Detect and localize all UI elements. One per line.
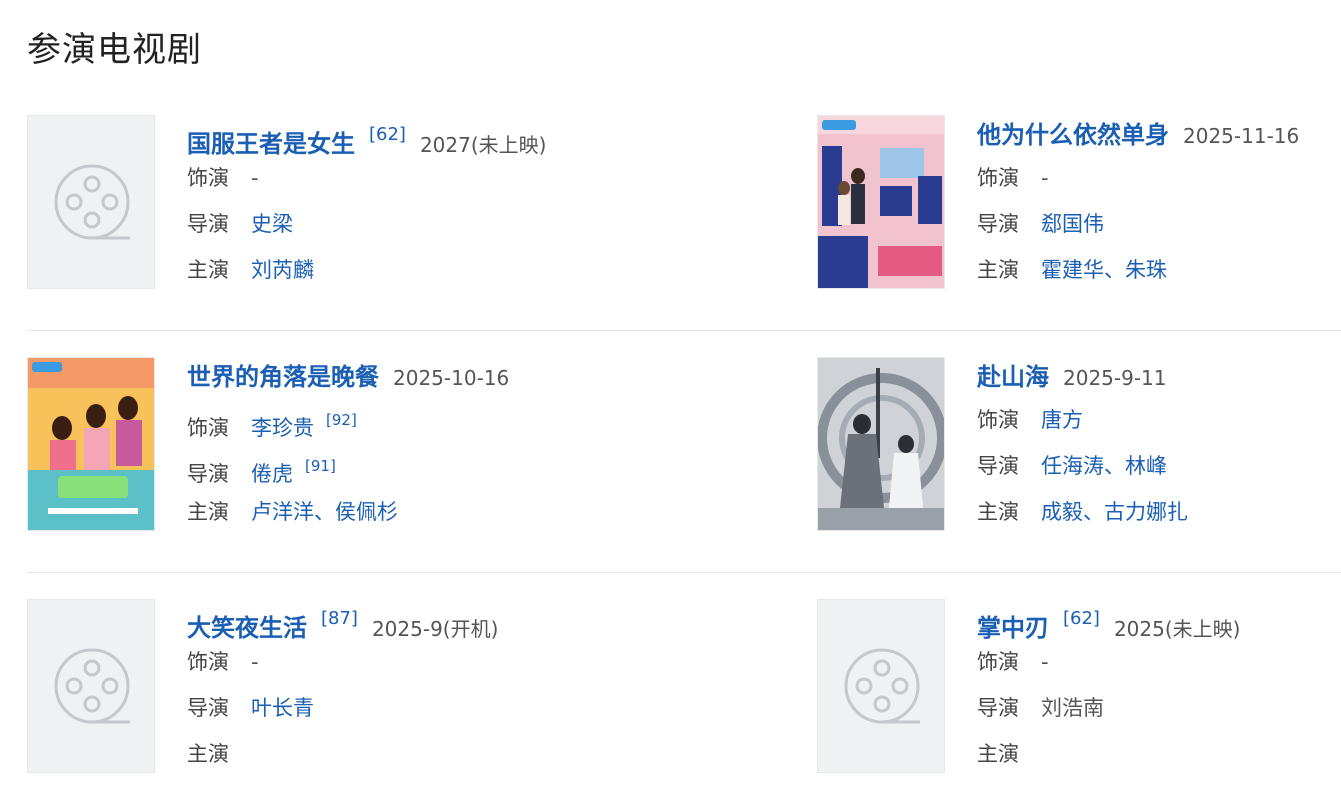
cast-label: 主演 — [977, 742, 1019, 766]
role-label: 饰演 — [187, 416, 229, 440]
poster-art — [818, 116, 944, 288]
poster-placeholder[interactable] — [27, 599, 155, 773]
film-reel-icon — [54, 648, 130, 724]
divider — [27, 330, 1341, 331]
role-label: 饰演 — [977, 650, 1019, 674]
cast-label: 主演 — [187, 258, 229, 282]
cast-label: 主演 — [187, 500, 229, 524]
role-value: - — [1041, 166, 1049, 190]
drama-card: 国服王者是女生 [62] 2027(未上映) 饰演 - 导演 史梁 主演 刘芮麟 — [27, 115, 547, 315]
director-link[interactable]: 叶长青 — [251, 696, 314, 720]
director-reference[interactable]: [91] — [305, 457, 336, 475]
role-reference[interactable]: [92] — [326, 411, 357, 429]
score-badge[interactable]: [62] — [369, 124, 406, 145]
release-date: 2025(未上映) — [1113, 617, 1241, 641]
drama-title[interactable]: 世界的角落是晚餐 — [187, 363, 379, 391]
director-link[interactable]: 郄国伟 — [1041, 212, 1104, 236]
drama-title[interactable]: 赴山海 — [977, 363, 1049, 391]
role-link[interactable]: 李珍贵 — [251, 416, 314, 440]
poster-image[interactable] — [817, 357, 945, 531]
poster-image[interactable] — [817, 115, 945, 289]
drama-card: 世界的角落是晚餐 2025-10-16 饰演 李珍贵 [92] 导演 倦虎 [91] 主演… — [27, 357, 547, 557]
role-value: - — [1041, 650, 1049, 674]
drama-card: 赴山海 2025-9-11 饰演 唐方 导演 任海涛、林峰 主演 成毅、古力娜扎 — [817, 357, 1337, 557]
drama-card: 大笑夜生活 [87] 2025-9(开机) 饰演 - 导演 叶长青 主演 — [27, 599, 547, 799]
release-date: 2025-11-16 — [1183, 124, 1300, 148]
film-reel-icon — [54, 164, 130, 240]
role-label: 饰演 — [187, 650, 229, 674]
release-date: 2025-9(开机) — [371, 617, 499, 641]
role-link[interactable]: 唐方 — [1041, 408, 1083, 432]
drama-title[interactable]: 国服王者是女生 — [187, 130, 355, 158]
section-title: 参演电视剧 — [27, 30, 202, 70]
cast-label: 主演 — [977, 500, 1019, 524]
director-link[interactable]: 倦虎 — [251, 462, 293, 486]
poster-placeholder[interactable] — [27, 115, 155, 289]
director-link[interactable]: 史梁 — [251, 212, 293, 236]
director-value: 刘浩南 — [1041, 696, 1104, 720]
drama-title[interactable]: 他为什么依然单身 — [977, 121, 1169, 149]
role-value: - — [251, 650, 259, 674]
poster-art — [818, 358, 944, 530]
score-badge[interactable]: [87] — [321, 608, 358, 629]
release-date: 2025-9-11 — [1063, 366, 1167, 390]
poster-image[interactable] — [27, 357, 155, 531]
director-label: 导演 — [187, 696, 229, 720]
drama-title[interactable]: 掌中刃 — [977, 614, 1049, 642]
divider — [27, 572, 1341, 573]
cast-link[interactable]: 霍建华、朱珠 — [1041, 258, 1167, 282]
release-date: 2025-10-16 — [393, 366, 510, 390]
director-label: 导演 — [187, 212, 229, 236]
cast-link[interactable]: 卢洋洋、侯佩杉 — [251, 500, 398, 524]
director-label: 导演 — [977, 696, 1019, 720]
role-label: 饰演 — [187, 166, 229, 190]
director-label: 导演 — [977, 212, 1019, 236]
director-label: 导演 — [187, 462, 229, 486]
role-label: 饰演 — [977, 408, 1019, 432]
film-reel-icon — [844, 648, 920, 724]
drama-title[interactable]: 大笑夜生活 — [187, 614, 307, 642]
release-date: 2027(未上映) — [419, 133, 547, 157]
cast-link[interactable]: 成毅、古力娜扎 — [1041, 500, 1188, 524]
poster-art — [28, 358, 154, 530]
cast-label: 主演 — [977, 258, 1019, 282]
director-link[interactable]: 任海涛、林峰 — [1041, 454, 1167, 478]
score-badge[interactable]: [62] — [1063, 608, 1100, 629]
role-label: 饰演 — [977, 166, 1019, 190]
poster-placeholder[interactable] — [817, 599, 945, 773]
drama-card: 掌中刃 [62] 2025(未上映) 饰演 - 导演 刘浩南 主演 — [817, 599, 1337, 799]
director-label: 导演 — [977, 454, 1019, 478]
role-value: - — [251, 166, 259, 190]
drama-card: 他为什么依然单身 2025-11-16 饰演 - 导演 郄国伟 主演 霍建华、朱珠 — [817, 115, 1337, 315]
cast-link[interactable]: 刘芮麟 — [251, 258, 314, 282]
cast-label: 主演 — [187, 742, 229, 766]
